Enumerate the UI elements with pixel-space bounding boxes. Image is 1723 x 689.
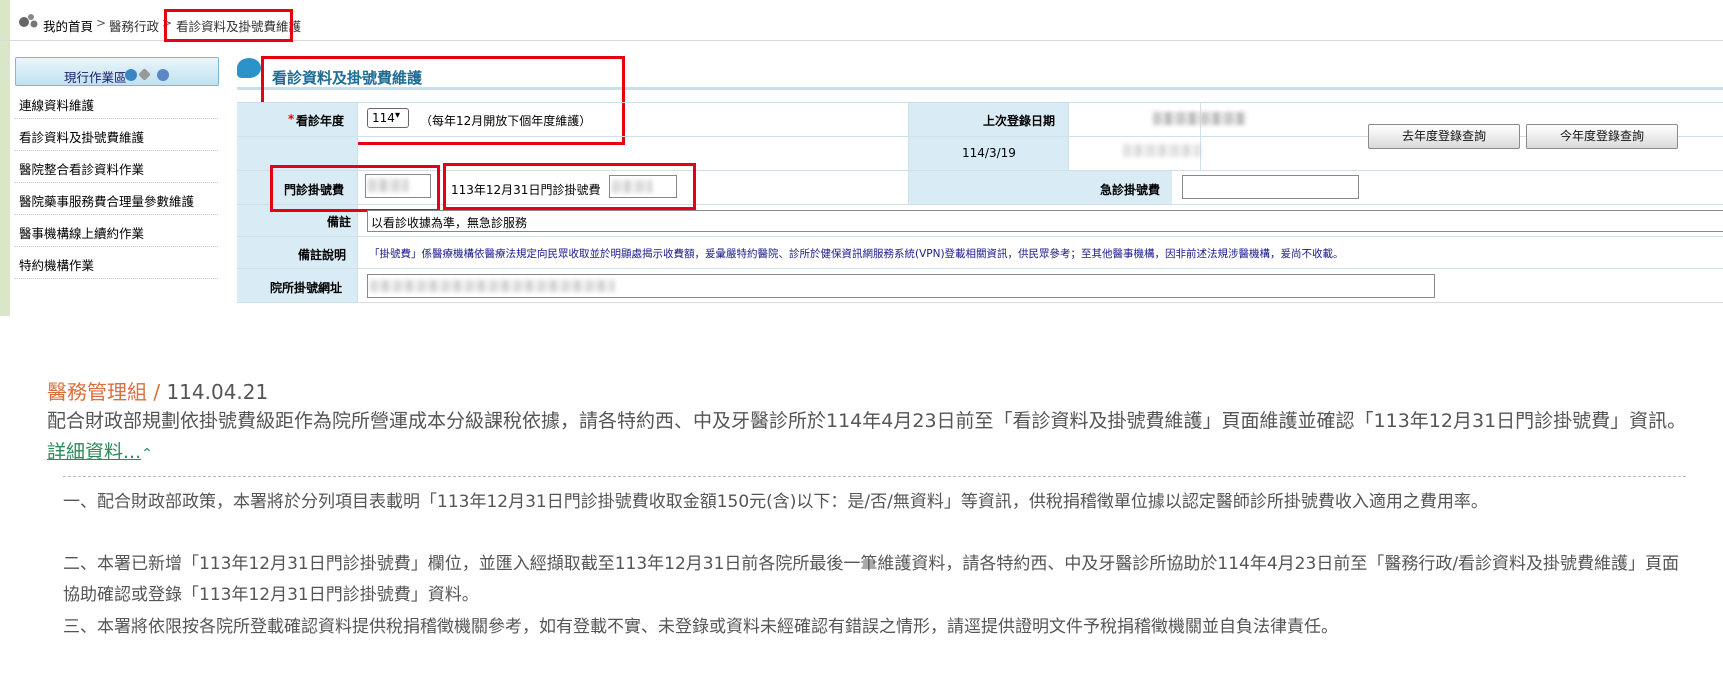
announcement-header: 醫務管理組 / 114.04.21: [47, 376, 268, 405]
sidebar-divider: [15, 214, 218, 215]
grid-line: [1068, 103, 1069, 170]
sidebar-item-contract[interactable]: 特約機構作業: [19, 255, 94, 274]
sidebar-divider: [15, 246, 218, 247]
sidebar-divider: [15, 150, 218, 151]
year-select-value: 114: [372, 111, 395, 125]
search-icon[interactable]: [125, 69, 137, 81]
year-select[interactable]: 114 ▾: [367, 108, 409, 128]
redacted-value: [1123, 144, 1201, 157]
sidebar-header-label: 現行作業區: [64, 70, 127, 85]
dashed-divider: [63, 476, 1686, 477]
announcement-org: 醫務管理組: [47, 380, 147, 404]
announcement-slash: /: [147, 380, 167, 404]
last-login-date: 114/3/19: [962, 146, 1016, 160]
hospital-url-label: 院所掛號網址: [270, 281, 343, 295]
home-icon: [18, 13, 38, 29]
chevron-down-icon: ▾: [395, 110, 401, 121]
this-year-query-button[interactable]: 今年度登錄查詢: [1526, 124, 1678, 149]
highlight-dec31-fee: [443, 163, 696, 210]
sidebar-item-pharmacy-params[interactable]: 醫院藥事服務費合理量參數維護: [19, 191, 194, 210]
announcement-paragraph-2: 二、本署已新增「113年12月31日門診掛號費」欄位，並匯入經擷取截至113年1…: [63, 554, 1680, 605]
remark-label: 備註: [327, 215, 352, 229]
announcement-summary: 配合財政部規劃依掛號費級距作為院所營運成本分級課稅依據，請各特約西、中及牙醫診所…: [47, 406, 1687, 470]
details-link[interactable]: 詳細資料...: [47, 441, 141, 463]
emergency-fee-input[interactable]: [1182, 175, 1359, 199]
chevron-up-icon[interactable]: ⌃: [141, 446, 153, 462]
announcement-summary-text: 配合財政部規劃依掛號費級距作為院所營運成本分級課稅依據，請各特約西、中及牙醫診所…: [47, 410, 1687, 432]
sidebar-divider: [15, 182, 218, 183]
last-year-query-button[interactable]: 去年度登錄查詢: [1368, 124, 1520, 149]
announcement-paragraph-1: 一、配合財政部政策，本署將於分列項目表載明「113年12月31日門診掛號費收取金…: [63, 492, 1488, 512]
breadcrumb-section[interactable]: 醫務行政: [109, 16, 159, 35]
sidebar-divider: [15, 118, 218, 119]
highlight-outpatient-fee: [270, 165, 440, 212]
year-label: 看診年度: [296, 114, 345, 128]
sidebar-item-hospital-integration[interactable]: 醫院整合看診資料作業: [19, 159, 144, 178]
breadcrumb-separator: >: [96, 16, 107, 30]
emergency-fee-label: 急診掛號費: [1100, 183, 1161, 197]
remark-value: 以看診收據為準，無急診服務: [371, 216, 528, 230]
grid-line: [237, 236, 1723, 237]
required-marker: *: [288, 112, 295, 126]
left-accent-strip: [0, 0, 10, 316]
grid-line: [237, 302, 1723, 303]
last-login-label: 上次登錄日期: [983, 114, 1056, 128]
remark-desc-text: 「掛號費」係醫療機構依醫療法規定向民眾收取並於明顯處揭示收費額，爰彙嚴特約醫院、…: [369, 248, 1344, 260]
sidebar-item-connection[interactable]: 連線資料維護: [19, 95, 94, 114]
edit-icon[interactable]: [138, 68, 151, 81]
breadcrumb-home[interactable]: 我的首頁: [43, 16, 93, 35]
announcement-date: 114.04.21: [166, 380, 269, 404]
remark-input[interactable]: 以看診收據為準，無急診服務: [367, 210, 1723, 232]
help-icon[interactable]: [157, 69, 169, 81]
remark-desc-label: 備註說明: [298, 248, 347, 262]
speech-bubble-icon: [237, 58, 261, 78]
sidebar-item-renewal[interactable]: 醫事機構線上續約作業: [19, 223, 144, 242]
grid-line: [908, 103, 909, 204]
sidebar-item-clinic-fee[interactable]: 看診資料及掛號費維護: [19, 127, 144, 146]
sidebar-header: 現行作業區: [15, 57, 219, 86]
highlight-breadcrumb: [164, 9, 293, 42]
hospital-url-input[interactable]: [367, 274, 1435, 298]
year-note: （每年12月開放下個年度維護）: [420, 114, 592, 128]
grid-line: [237, 268, 1723, 269]
announcement-paragraph-3: 三、本署將依限按各院所登載確認資料提供稅捐稽徵機關參考，如有登載不實、未登錄或資…: [63, 617, 1338, 637]
redacted-value: [370, 280, 615, 292]
sidebar-divider: [15, 278, 218, 279]
redacted-value: [1153, 112, 1246, 125]
